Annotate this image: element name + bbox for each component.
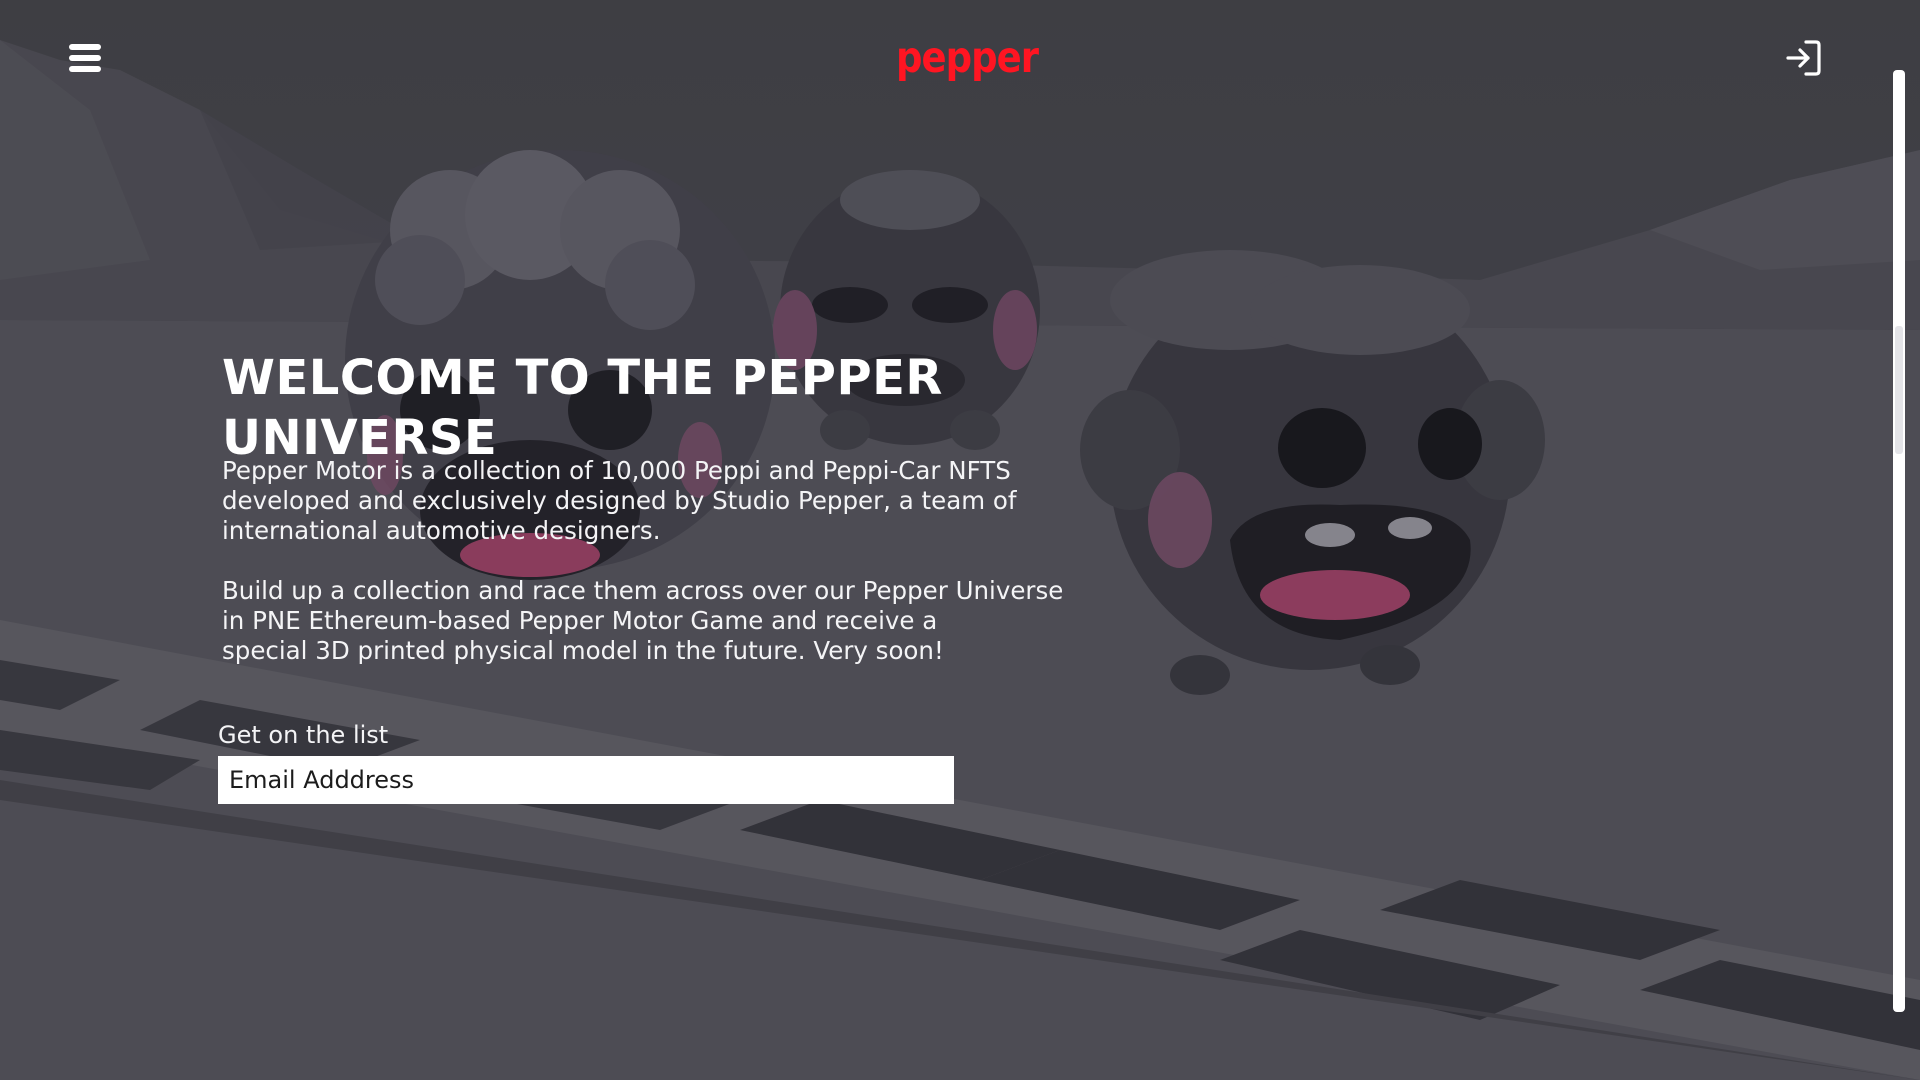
menu-bar bbox=[69, 66, 101, 72]
page-title: WELCOME TO THE PEPPER UNIVERSE bbox=[222, 350, 943, 466]
intro-paragraph: Pepper Motor is a collection of 10,000 P… bbox=[222, 456, 1017, 545]
menu-bar bbox=[69, 44, 101, 50]
hero-section: WELCOME TO THE PEPPER UNIVERSE Pepper Mo… bbox=[222, 348, 1222, 665]
email-field[interactable] bbox=[218, 756, 954, 804]
email-signup-form: Get on the list bbox=[218, 720, 954, 804]
page: pepper WELCOME TO THE PEPPER UNIVERSE Pe… bbox=[0, 0, 1920, 1080]
menu-bar bbox=[69, 55, 101, 61]
collection-paragraph: Build up a collection and race them acro… bbox=[222, 576, 1064, 665]
hamburger-menu-icon[interactable] bbox=[62, 40, 108, 76]
pepper-logo[interactable]: pepper bbox=[896, 28, 1039, 86]
signup-label: Get on the list bbox=[218, 721, 389, 749]
scrollbar-thumb[interactable] bbox=[1895, 326, 1903, 454]
scrollbar[interactable] bbox=[1893, 70, 1905, 1012]
sign-in-arrow-icon[interactable] bbox=[1784, 38, 1824, 78]
